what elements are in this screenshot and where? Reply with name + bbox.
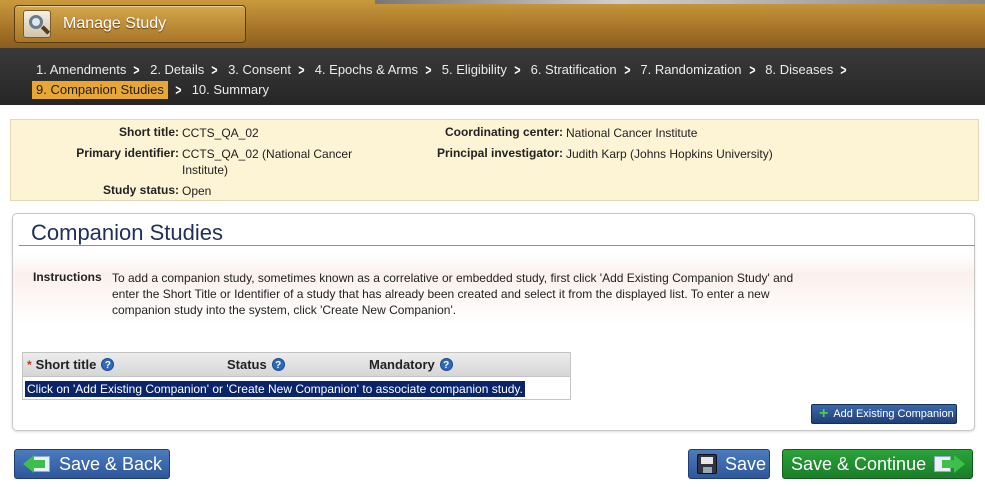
crumb-diseases[interactable]: 8. Diseases [765,61,833,79]
crumb-stratification[interactable]: 6. Stratification [531,61,617,79]
crumb-randomization[interactable]: 7. Randomization [640,61,741,79]
help-icon[interactable]: ? [101,358,115,371]
header-decoration [375,0,985,4]
save-continue-button[interactable]: Save & Continue [782,449,973,479]
primary-id-label: Primary identifier: [76,146,179,160]
panel-divider [19,245,975,246]
crumb-amendments[interactable]: 1. Amendments [36,61,126,79]
back-arrow-icon [23,454,51,474]
crumb-companion-studies[interactable]: 9. Companion Studies [32,81,168,99]
status-header: Status ? [227,357,285,372]
help-icon[interactable]: ? [439,358,453,371]
floppy-disk-icon [697,454,717,474]
breadcrumb-row-2: 9. Companion Studies > 10. Summary [32,80,985,100]
pi-value: Judith Karp (Johns Hopkins University) [566,147,773,161]
companion-table: * Short title ? Status ? Mandatory ? Cli… [22,352,571,400]
manage-study-label: Manage Study [63,15,167,32]
short-title-header-label: Short title [35,357,97,372]
breadcrumb: 1. Amendments > 2. Details > 3. Consent > 4… [0,48,985,105]
crumb-epochs-arms[interactable]: 4. Epochs & Arms [315,61,418,79]
chevron-right-icon: > [514,61,521,79]
chevron-right-icon: > [425,61,432,79]
crumb-consent[interactable]: 3. Consent [228,61,291,79]
chevron-right-icon: > [133,61,140,79]
mandatory-header: Mandatory ? [369,357,453,372]
short-title-value: CCTS_QA_02 [182,126,259,140]
primary-id-value: CCTS_QA_02 (National Cancer Institute) [182,147,353,177]
empty-message: Click on 'Add Existing Companion' or 'Cr… [25,381,525,397]
crumb-summary[interactable]: 10. Summary [192,81,269,99]
help-icon[interactable]: ? [271,358,285,371]
short-title-row: Short title: CCTS_QA_02 [21,125,259,141]
pi-label: Principal investigator: [436,146,563,160]
study-summary: Short title: CCTS_QA_02 Primary identifi… [10,119,979,201]
save-button[interactable]: Save [688,449,770,479]
coord-center-label: Coordinating center: [444,125,563,139]
study-status-label: Study status: [102,183,179,197]
add-existing-companion-button[interactable]: + Add Existing Companion [811,404,957,424]
plus-icon: + [819,405,829,422]
save-continue-label: Save & Continue [791,453,927,474]
companion-studies-panel: Companion Studies Instructions To add a … [12,213,975,431]
instructions-text: To add a companion study, sometimes know… [112,271,794,317]
status-header-label: Status [227,357,267,372]
chevron-right-icon: > [748,61,755,79]
chevron-right-icon: > [840,61,847,79]
study-status-value: Open [182,184,212,198]
short-title-label: Short title: [119,125,179,139]
chevron-right-icon: > [175,81,182,99]
crumb-eligibility[interactable]: 5. Eligibility [442,61,507,79]
coord-center-row: Coordinating center: National Cancer Ins… [391,125,697,141]
chevron-right-icon: > [298,61,305,79]
short-title-header: * Short title ? [27,357,115,372]
primary-id-row: Primary identifier: CCTS_QA_02 (National… [21,146,382,178]
chevron-right-icon: > [623,61,631,79]
table-header: * Short title ? Status ? Mandatory ? [22,352,571,377]
coord-center-value: National Cancer Institute [566,126,698,140]
forward-arrow-icon [934,454,966,474]
study-status-row: Study status: Open [21,183,211,199]
app-header: Manage Study [0,0,985,48]
crumb-details[interactable]: 2. Details [150,61,204,79]
pi-row: Principal investigator: Judith Karp (Joh… [391,146,773,162]
manage-study-button[interactable]: Manage Study [14,5,246,43]
required-mark: * [27,357,32,372]
breadcrumb-row-1: 1. Amendments > 2. Details > 3. Consent > 4… [36,60,985,80]
panel-title: Companion Studies [31,220,224,245]
save-back-button[interactable]: Save & Back [14,449,170,479]
save-back-label: Save & Back [59,453,163,474]
mandatory-header-label: Mandatory [369,357,435,372]
table-empty-row: Click on 'Add Existing Companion' or 'Cr… [22,377,571,400]
save-label: Save [725,453,767,474]
add-existing-companion-label: Add Existing Companion [833,408,954,420]
instructions-label: Instructions [33,270,102,284]
chevron-right-icon: > [211,61,218,79]
magnifier-icon [23,10,51,38]
